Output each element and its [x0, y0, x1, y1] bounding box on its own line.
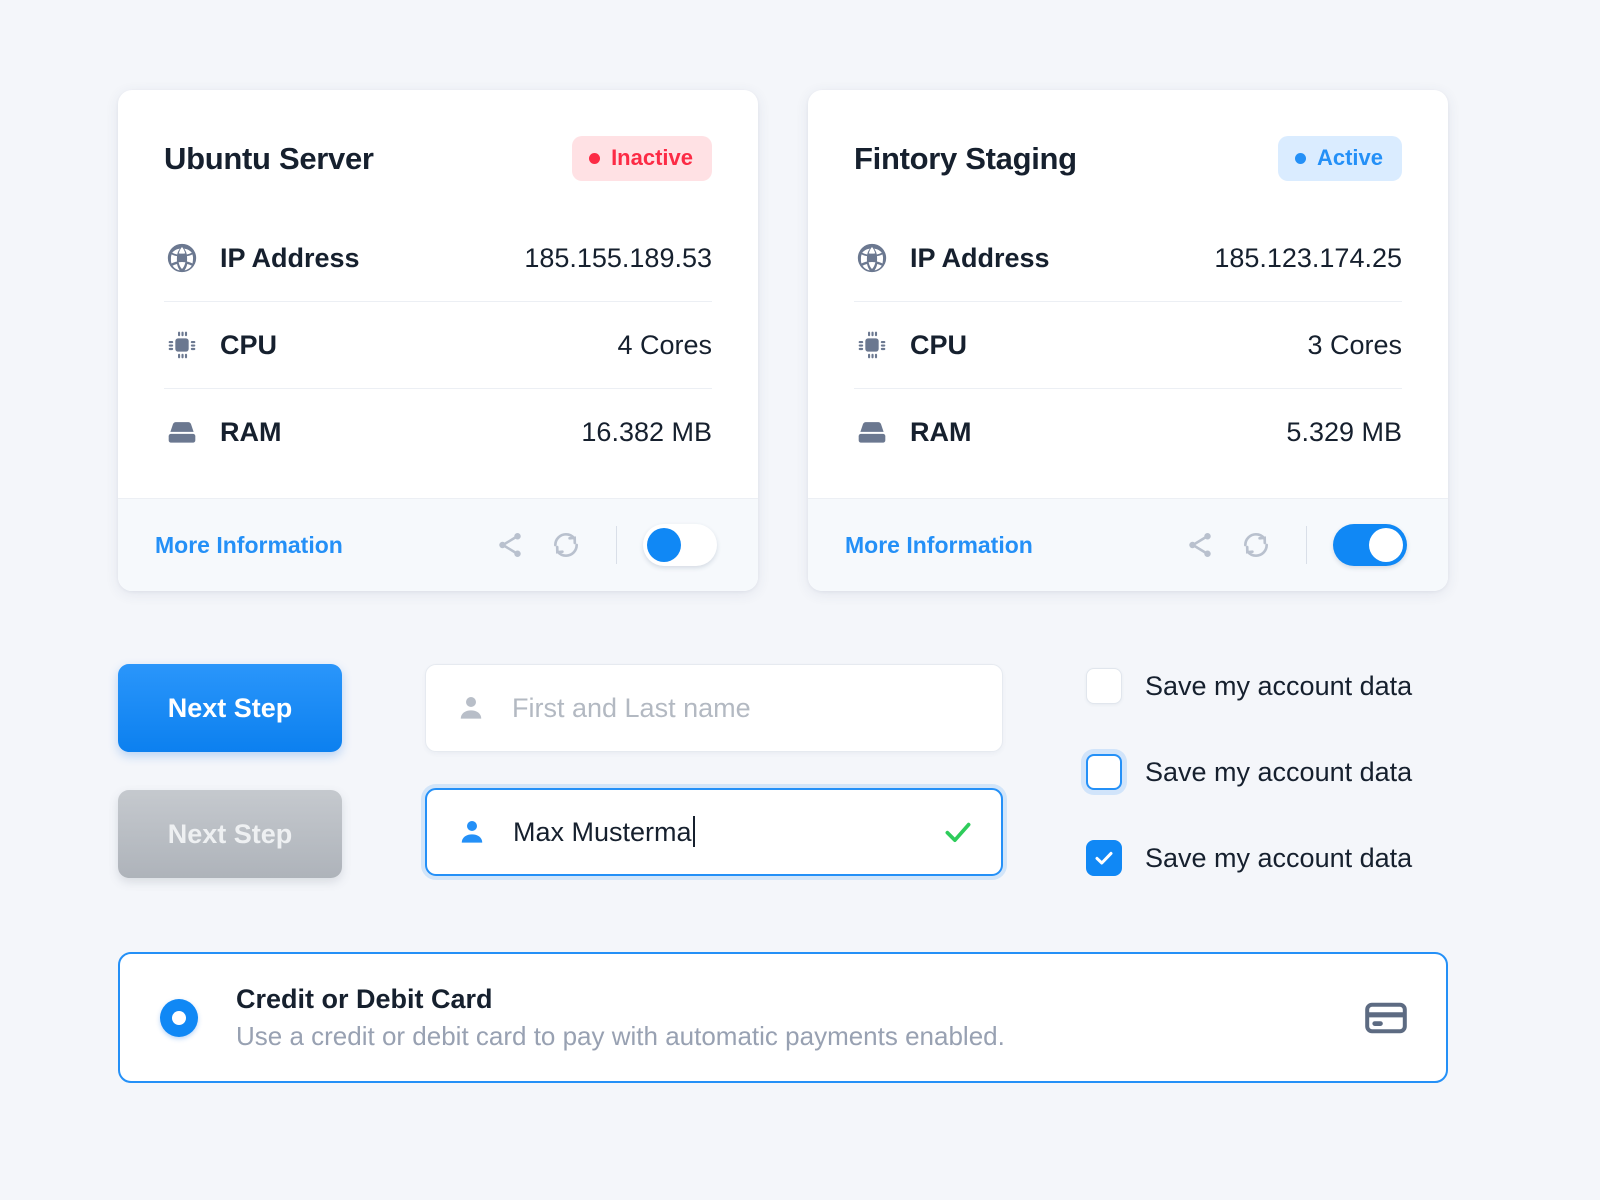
checkbox-checked[interactable] — [1086, 840, 1122, 876]
globe-icon — [854, 240, 890, 276]
status-dot-icon — [589, 152, 601, 164]
server-card-body: Ubuntu Server Inactive IP Address 185.15… — [118, 90, 758, 498]
spec-label: RAM — [220, 417, 282, 447]
spec-row-cpu: CPU 3 Cores — [854, 302, 1402, 389]
spec-label: CPU — [220, 329, 278, 360]
footer-divider — [1306, 526, 1307, 564]
spec-row-ip: IP Address 185.123.174.25 — [854, 215, 1402, 302]
ram-icon — [854, 415, 890, 451]
spec-value: 185.155.189.53 — [524, 242, 712, 273]
page-root: Ubuntu Server Inactive IP Address 185.15… — [0, 0, 1600, 1200]
button-column: Next Step Next Step — [118, 664, 342, 878]
power-toggle[interactable] — [1333, 524, 1407, 566]
footer-actions — [1172, 523, 1407, 567]
server-card-header: Ubuntu Server Inactive — [164, 136, 712, 181]
input-column: First and Last name Max Musterma — [425, 664, 1003, 876]
next-step-button-disabled: Next Step — [118, 790, 342, 878]
server-card-ubuntu: Ubuntu Server Inactive IP Address 185.15… — [118, 90, 758, 591]
spec-value: 5.329 MB — [1286, 417, 1402, 447]
payment-option-description: Use a credit or debit card to pay with a… — [236, 1020, 1005, 1051]
server-title: Fintory Staging — [854, 140, 1077, 176]
status-badge: Active — [1277, 136, 1402, 181]
server-card-header: Fintory Staging Active — [854, 136, 1402, 181]
footer-actions — [482, 523, 717, 567]
cpu-icon — [164, 327, 200, 363]
toggle-knob — [647, 528, 681, 562]
checkbox-row-unchecked[interactable]: Save my account data — [1086, 664, 1412, 708]
server-card-footer: More Information — [808, 498, 1448, 591]
status-badge-label: Active — [1316, 145, 1383, 170]
radio-selected[interactable] — [160, 998, 198, 1037]
spec-row-ram: RAM 16.382 MB — [164, 389, 712, 476]
spec-label: IP Address — [220, 242, 360, 273]
payment-option-title: Credit or Debit Card — [236, 983, 493, 1014]
server-card-body: Fintory Staging Active IP Address 185.12… — [808, 90, 1448, 498]
checkbox-label: Save my account data — [1145, 670, 1413, 701]
next-step-button[interactable]: Next Step — [118, 664, 342, 752]
radio-inner-dot — [172, 1010, 186, 1025]
power-toggle[interactable] — [643, 524, 717, 566]
checkbox-column: Save my account data Save my account dat… — [1086, 664, 1412, 880]
spec-row-ip: IP Address 185.155.189.53 — [164, 215, 712, 302]
server-card-footer: More Information — [118, 498, 758, 591]
more-information-link[interactable]: More Information — [845, 532, 1033, 559]
name-input-placeholder: First and Last name — [512, 692, 751, 723]
spec-row-ram: RAM 5.329 MB — [854, 389, 1402, 476]
server-title: Ubuntu Server — [164, 140, 374, 176]
server-card-fintory: Fintory Staging Active IP Address 185.12… — [808, 90, 1448, 591]
check-icon — [941, 815, 975, 849]
toggle-knob — [1369, 528, 1403, 562]
payment-option-credit-card[interactable]: Credit or Debit Card Use a credit or deb… — [118, 952, 1448, 1083]
checkbox-label: Save my account data — [1145, 756, 1413, 787]
refresh-icon[interactable] — [538, 523, 594, 567]
name-input-empty[interactable]: First and Last name — [425, 664, 1003, 752]
globe-icon — [164, 240, 200, 276]
spec-row-cpu: CPU 4 Cores — [164, 302, 712, 389]
name-input-value: Max Musterma — [513, 816, 695, 848]
checkbox-row-focused[interactable]: Save my account data — [1086, 750, 1412, 794]
status-badge-label: Inactive — [611, 145, 693, 170]
cpu-icon — [854, 327, 890, 363]
spec-label: IP Address — [910, 242, 1050, 273]
credit-card-icon — [1362, 994, 1410, 1042]
name-input-filled[interactable]: Max Musterma — [425, 788, 1003, 876]
spec-value: 4 Cores — [617, 329, 712, 360]
more-information-link[interactable]: More Information — [155, 532, 343, 559]
payment-option-text: Credit or Debit Card Use a credit or deb… — [236, 984, 1005, 1052]
spec-label: CPU — [910, 329, 968, 360]
share-icon[interactable] — [1172, 523, 1228, 567]
checkbox-unchecked[interactable] — [1086, 668, 1122, 704]
share-icon[interactable] — [482, 523, 538, 567]
status-badge: Inactive — [572, 136, 712, 181]
spec-value: 3 Cores — [1307, 329, 1402, 360]
user-icon — [457, 817, 491, 847]
spec-value: 16.382 MB — [581, 417, 712, 447]
text-caret — [692, 816, 695, 847]
checkbox-focused[interactable] — [1086, 754, 1122, 790]
checkbox-row-checked[interactable]: Save my account data — [1086, 836, 1412, 880]
checkbox-label: Save my account data — [1145, 842, 1413, 873]
spec-label: RAM — [910, 417, 972, 447]
user-icon — [456, 693, 490, 723]
footer-divider — [616, 526, 617, 564]
ram-icon — [164, 415, 200, 451]
server-cards-row: Ubuntu Server Inactive IP Address 185.15… — [118, 90, 1448, 591]
status-dot-icon — [1294, 152, 1306, 164]
spec-value: 185.123.174.25 — [1214, 242, 1402, 273]
refresh-icon[interactable] — [1228, 523, 1284, 567]
